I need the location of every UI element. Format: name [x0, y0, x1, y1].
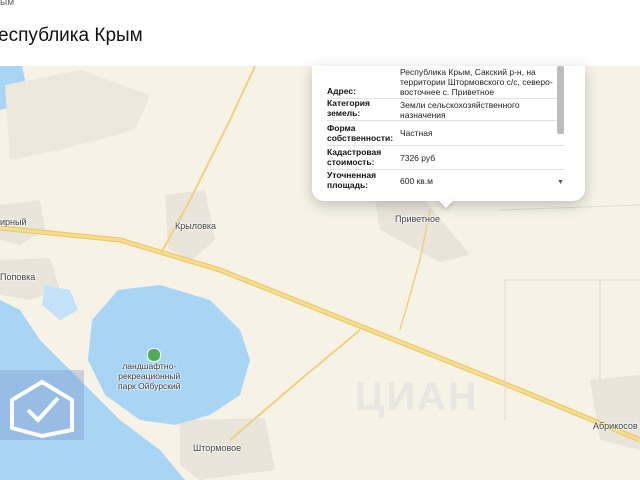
parcel-properties-table: Адрес: Республика Крым, Сакский р-н, на … — [327, 66, 564, 192]
property-row: Кадастровая стоимость: 7326 руб — [327, 146, 564, 170]
scroll-thumb[interactable] — [557, 66, 564, 134]
watermark-text: ЦИАН — [355, 375, 479, 419]
label-popovka: Поповка — [0, 272, 36, 282]
park-icon[interactable] — [147, 348, 161, 362]
property-value: Частная — [400, 128, 433, 138]
property-label: Уточненная площадь: — [327, 170, 377, 190]
label-mirny: ирный — [0, 217, 27, 227]
watermark-logo-icon — [0, 370, 84, 440]
property-label: Адрес: — [327, 86, 356, 96]
property-value: Земли сельскохозяйственного назначения — [400, 99, 520, 120]
property-label: Форма собственности: — [327, 123, 394, 143]
label-park: ландшафтно- рекреационный парк Ойбурский — [118, 361, 181, 391]
scroll-down-icon[interactable]: ▼ — [556, 178, 565, 187]
property-value: 600 кв.м — [400, 176, 433, 186]
property-label: Кадастровая стоимость: — [327, 147, 382, 167]
property-row: Уточненная площадь: 600 кв.м — [327, 170, 564, 192]
label-shtormovoe: Штормовое — [193, 443, 242, 453]
property-value: Республика Крым, Сакский р-н, на террито… — [400, 67, 553, 97]
property-label: Категория земель: — [327, 98, 370, 118]
page-header: ым еспублика Крым — [0, 0, 640, 67]
label-abrikosovka: Абрикосов — [593, 421, 638, 431]
property-row: Адрес: Республика Крым, Сакский р-н, на … — [327, 66, 564, 99]
property-row: Форма собственности: Частная — [327, 121, 564, 146]
parcel-info-popup: Адрес: Республика Крым, Сакский р-н, на … — [312, 66, 585, 201]
label-krylovka: Крыловка — [175, 221, 216, 231]
label-privetnoe: Приветное — [395, 214, 440, 224]
property-value: 7326 руб — [400, 152, 436, 163]
popup-scrollbar[interactable]: ▼ — [556, 66, 565, 188]
breadcrumb[interactable]: ым — [0, 0, 14, 8]
popup-pointer — [437, 199, 455, 208]
page-title: еспублика Крым — [0, 25, 143, 46]
property-row: Категория земель: Земли сельскохозяйстве… — [327, 98, 564, 121]
